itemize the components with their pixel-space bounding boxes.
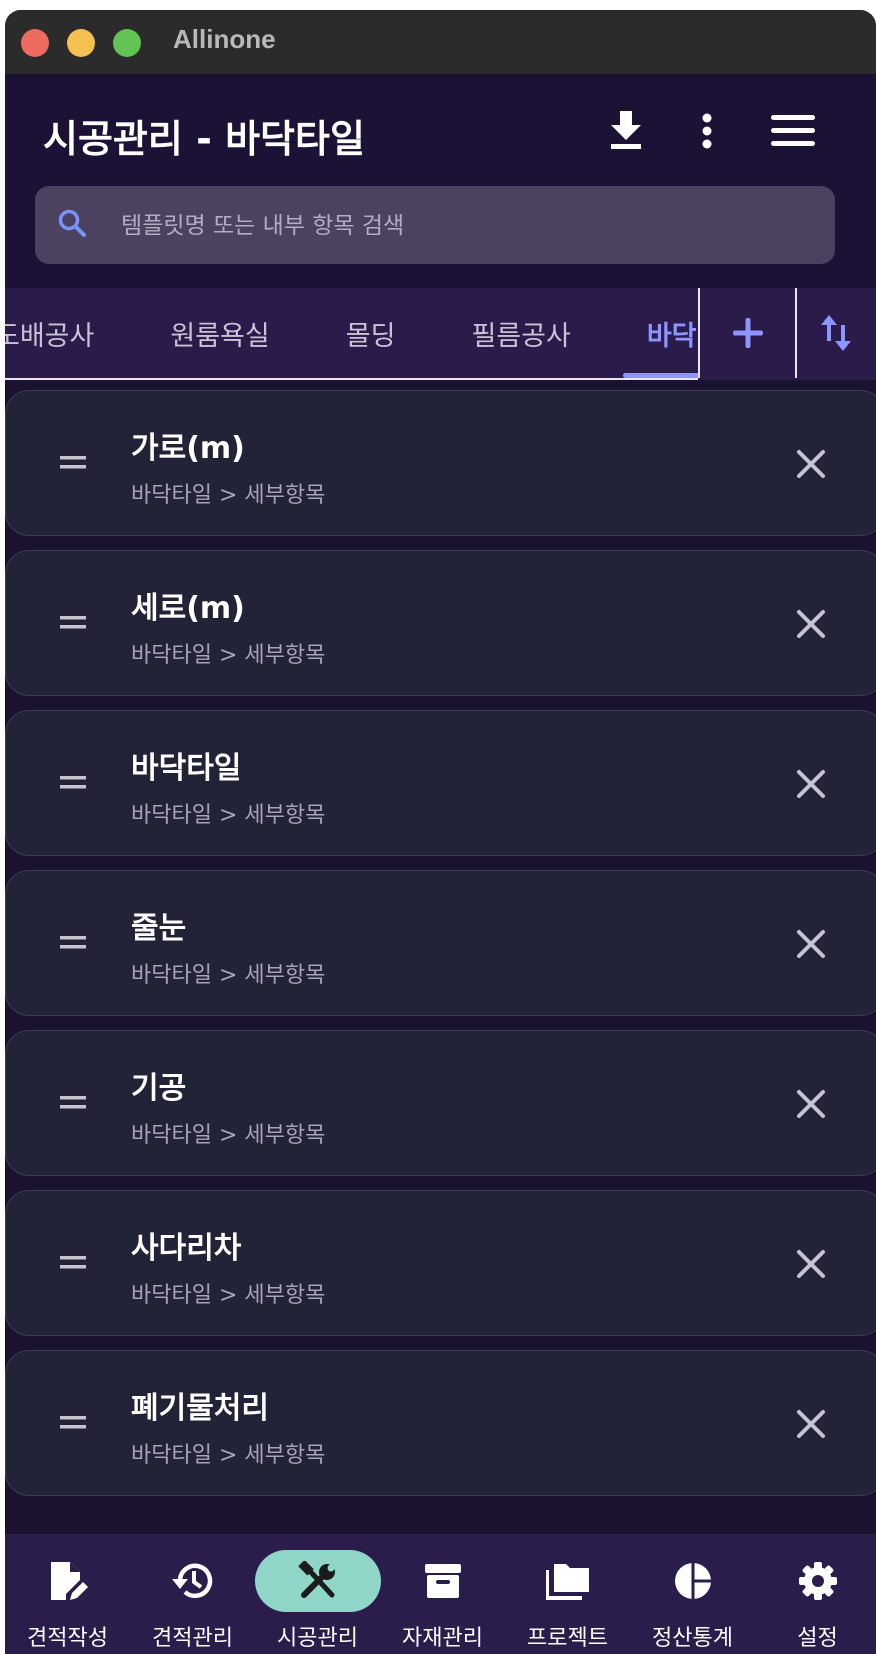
drag-handle-icon[interactable] xyxy=(58,613,88,633)
tabs-scroll-area[interactable]: 도배공사 원룸욕실 몰딩 필름공사 바닥타일 xyxy=(5,288,698,380)
folders-icon xyxy=(545,1564,589,1600)
page-title: 시공관리 - 바닥타일 xyxy=(43,117,365,161)
app-bar: 시공관리 - 바닥타일 xyxy=(5,74,876,288)
delete-item-button[interactable] xyxy=(792,765,830,803)
tabs-row: 도배공사 원룸욕실 몰딩 필름공사 바닥타일 xyxy=(5,288,698,378)
more-options-button[interactable] xyxy=(695,108,719,154)
history-icon xyxy=(171,1563,212,1598)
item-title: 가로(m) xyxy=(131,431,245,466)
item-subtitle: 바닥타일 > 세부항목 xyxy=(131,643,326,668)
archive-box-icon xyxy=(424,1564,461,1598)
delete-item-button[interactable] xyxy=(792,925,830,963)
nav-settings[interactable]: 설정 xyxy=(755,1534,876,1654)
tab-floor-tile[interactable]: 바닥타일 xyxy=(609,288,698,378)
delete-item-button[interactable] xyxy=(792,445,830,483)
app-window: Allinone 시공관리 - 바닥타일 템플릿명 또는 내부 항목 검색 배공… xyxy=(5,10,876,1654)
close-icon xyxy=(797,610,825,638)
nav-estimate-manage[interactable]: 견적관리 xyxy=(130,1534,255,1654)
delete-item-button[interactable] xyxy=(792,1085,830,1123)
close-icon xyxy=(797,770,825,798)
drag-handle-icon[interactable] xyxy=(58,1413,88,1433)
template-tab-bar: 도배공사 원룸욕실 몰딩 필름공사 바닥타일 xyxy=(5,288,876,380)
item-title: 바닥타일 xyxy=(131,751,242,786)
more-vertical-icon xyxy=(702,113,712,149)
edit-document-icon xyxy=(50,1562,88,1600)
delete-item-button[interactable] xyxy=(792,605,830,643)
item-subtitle: 바닥타일 > 세부항목 xyxy=(131,1283,326,1308)
drag-handle-icon[interactable] xyxy=(58,453,88,473)
list-item: 바닥타일 바닥타일 > 세부항목 xyxy=(5,710,876,856)
item-title: 폐기물처리 xyxy=(131,1391,269,1426)
download-icon xyxy=(611,111,641,149)
close-window-button[interactable] xyxy=(21,29,49,57)
drag-handle-icon[interactable] xyxy=(58,1093,88,1113)
pie-chart-icon xyxy=(674,1563,711,1599)
search-bar xyxy=(35,186,835,266)
tools-icon xyxy=(297,1561,335,1598)
swap-vertical-icon xyxy=(820,315,851,351)
item-title: 사다리차 xyxy=(131,1231,242,1266)
close-icon xyxy=(797,450,825,478)
add-tab-button[interactable] xyxy=(698,288,797,378)
list-item: 줄눈 바닥타일 > 세부항목 xyxy=(5,870,876,1016)
nav-label: 프로젝트 xyxy=(527,1626,608,1651)
list-item: 사다리차 바닥타일 > 세부항목 xyxy=(5,1190,876,1336)
close-icon xyxy=(797,1410,825,1438)
item-subtitle: 바닥타일 > 세부항목 xyxy=(131,1443,326,1468)
nav-label: 설정 xyxy=(797,1626,838,1651)
hamburger-menu-icon xyxy=(771,115,815,146)
nav-label: 견적관리 xyxy=(152,1626,233,1651)
gear-icon xyxy=(798,1562,837,1600)
nav-material-manage[interactable]: 자재관리 xyxy=(380,1534,505,1654)
item-subtitle: 바닥타일 > 세부항목 xyxy=(131,1123,326,1148)
close-icon xyxy=(797,1250,825,1278)
drag-handle-icon[interactable] xyxy=(58,1253,88,1273)
item-subtitle: 바닥타일 > 세부항목 xyxy=(131,803,326,828)
sort-tabs-button[interactable] xyxy=(795,288,876,378)
zoom-window-button[interactable] xyxy=(113,29,141,57)
nav-label: 정산통계 xyxy=(652,1626,733,1651)
nav-project[interactable]: 프로젝트 xyxy=(505,1534,630,1654)
list-item: 세로(m) 바닥타일 > 세부항목 xyxy=(5,550,876,696)
menu-button[interactable] xyxy=(767,108,819,154)
item-subtitle: 바닥타일 > 세부항목 xyxy=(131,963,326,988)
nav-estimate-write[interactable]: 견적작성 xyxy=(5,1534,130,1654)
close-icon xyxy=(797,930,825,958)
search-icon xyxy=(58,209,86,237)
plus-icon xyxy=(732,318,763,348)
close-icon xyxy=(797,1090,825,1118)
drag-handle-icon[interactable] xyxy=(58,773,88,793)
item-title: 줄눈 xyxy=(131,911,187,946)
item-subtitle: 바닥타일 > 세부항목 xyxy=(131,483,326,508)
drag-handle-icon[interactable] xyxy=(58,933,88,953)
delete-item-button[interactable] xyxy=(792,1405,830,1443)
bottom-navigation: 견적작성 견적관리 시공관리 자재관리 프로젝트 정산통계 설정 xyxy=(5,1534,876,1654)
delete-item-button[interactable] xyxy=(792,1245,830,1283)
tab-dobae[interactable]: 도배공사 xyxy=(5,288,132,378)
nav-construction-manage[interactable]: 시공관리 xyxy=(254,1534,381,1654)
list-item: 기공 바닥타일 > 세부항목 xyxy=(5,1030,876,1176)
nav-settlement-stats[interactable]: 정산통계 xyxy=(630,1534,755,1654)
tab-oneroom-bath[interactable]: 원룸욕실 xyxy=(132,288,307,378)
tab-molding[interactable]: 몰딩 xyxy=(308,288,434,378)
list-item: 폐기물처리 바닥타일 > 세부항목 xyxy=(5,1350,876,1496)
nav-label: 견적작성 xyxy=(27,1626,108,1651)
download-button[interactable] xyxy=(605,108,647,154)
search-input[interactable] xyxy=(119,186,813,266)
item-title: 세로(m) xyxy=(131,591,245,626)
tab-film[interactable]: 필름공사 xyxy=(433,288,608,378)
nav-label: 시공관리 xyxy=(277,1626,358,1651)
window-titlebar: Allinone xyxy=(5,10,876,74)
item-title: 기공 xyxy=(131,1071,187,1106)
nav-label: 자재관리 xyxy=(402,1626,483,1651)
minimize-window-button[interactable] xyxy=(67,29,95,57)
window-title: Allinone xyxy=(173,24,276,54)
list-item: 가로(m) 바닥타일 > 세부항목 xyxy=(5,390,876,536)
